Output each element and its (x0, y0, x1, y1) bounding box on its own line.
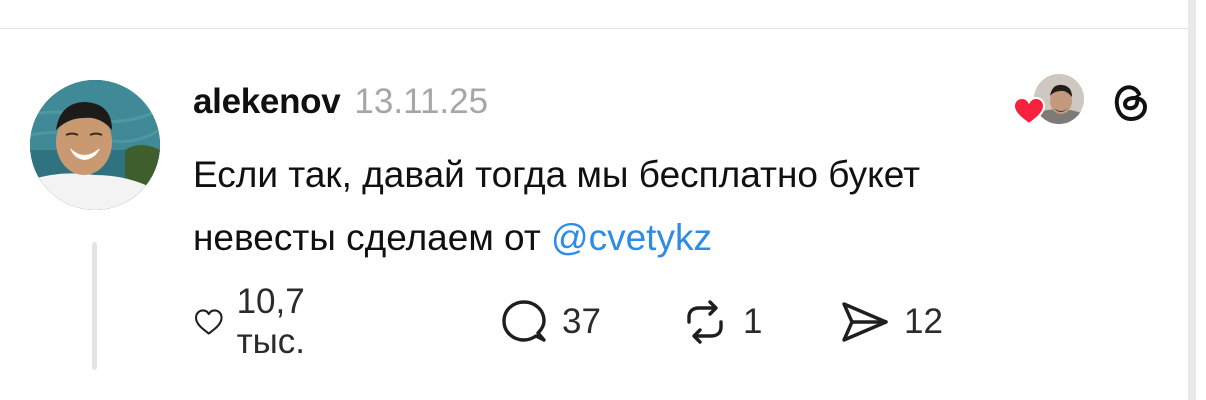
heart-badge-icon (1012, 96, 1046, 126)
post-header: alekenov 13.11.25 (193, 82, 488, 122)
threads-logo-icon[interactable] (1108, 80, 1154, 126)
repost-button[interactable]: 1 (679, 292, 762, 352)
reposts-count: 1 (743, 302, 763, 341)
username[interactable]: alekenov (193, 82, 341, 122)
thread-line (92, 242, 97, 370)
comment-button[interactable]: 37 (498, 292, 601, 352)
liked-by-indicator[interactable] (1012, 74, 1086, 126)
top-divider (0, 28, 1188, 29)
repost-icon (687, 300, 723, 344)
post-text-line1: Если так, давай тогда мы бесплатно букет (193, 154, 921, 195)
post-text-line2: невесты сделаем от (193, 217, 552, 258)
shares-count: 12 (904, 302, 943, 341)
mention-link[interactable]: @cvetykz (551, 217, 712, 258)
author-avatar-photo (30, 80, 160, 210)
comment-icon (502, 300, 546, 342)
author-avatar[interactable] (30, 80, 160, 210)
like-button[interactable]: 10,7 тыс. (193, 282, 325, 361)
post-date[interactable]: 13.11.25 (354, 82, 488, 122)
share-button[interactable]: 12 (838, 292, 943, 352)
heart-icon (195, 309, 223, 335)
share-icon (842, 302, 888, 342)
scrollbar-track[interactable] (1188, 0, 1196, 400)
likes-count: 10,7 тыс. (236, 282, 305, 361)
comments-count: 37 (562, 302, 601, 341)
post-text: Если так, давай тогда мы бесплатно букет… (193, 143, 1153, 269)
